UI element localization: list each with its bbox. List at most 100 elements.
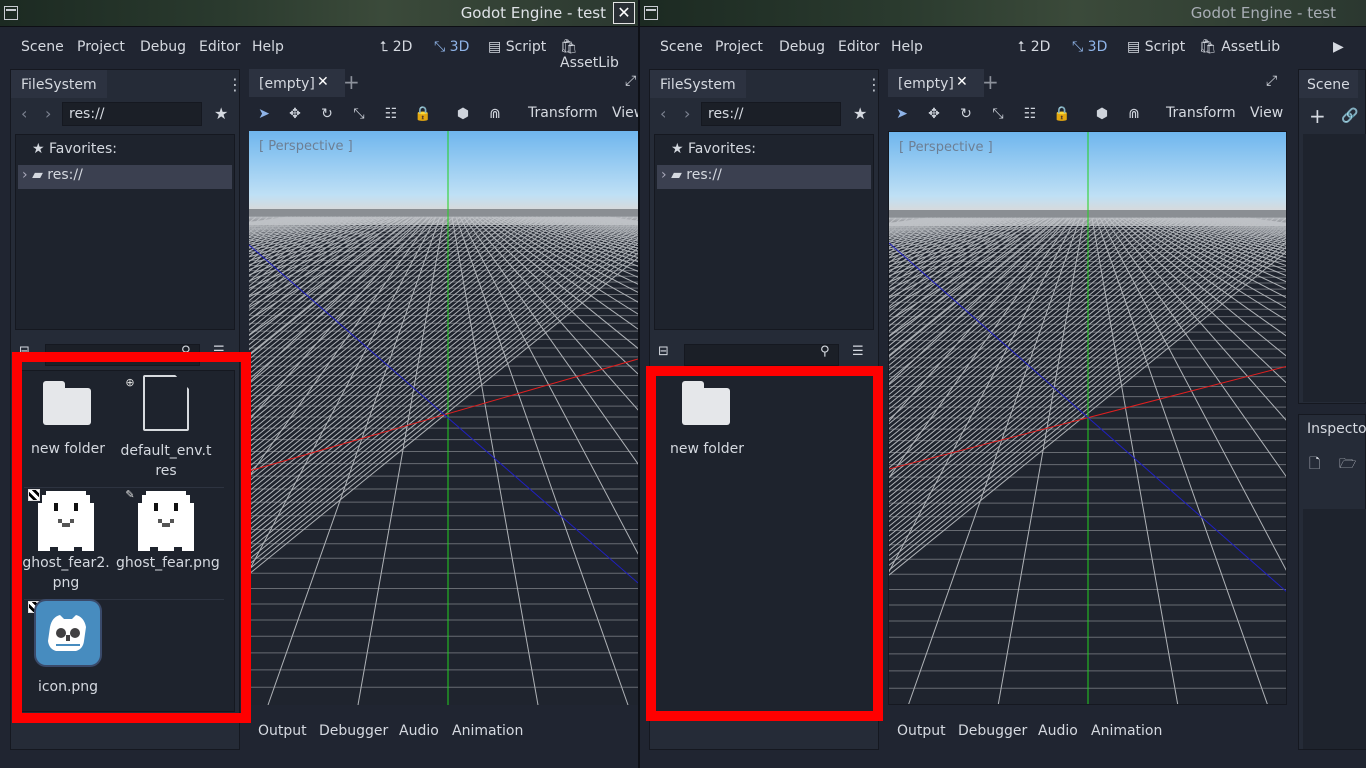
menu-editor[interactable]: Editor bbox=[199, 39, 240, 55]
3d-viewport[interactable]: [ Perspective ] bbox=[249, 131, 638, 705]
menu-project[interactable]: Project bbox=[77, 39, 125, 55]
window-menu-icon[interactable] bbox=[644, 6, 658, 20]
split-mode-icon[interactable]: ⊟ bbox=[19, 344, 30, 359]
tree-item-res[interactable]: › ▰ res:// bbox=[18, 165, 232, 189]
open-folder-icon[interactable]: 🗁 bbox=[1339, 453, 1356, 477]
fullscreen-icon[interactable]: ⤢ bbox=[625, 73, 636, 89]
menu-help[interactable]: Help bbox=[891, 39, 923, 55]
file-item-new-folder[interactable]: new folder bbox=[657, 381, 757, 459]
list-view-icon[interactable]: ☰ bbox=[852, 344, 864, 359]
file-item-ghost-fear2[interactable]: ghost_fear2.png bbox=[18, 487, 114, 593]
file-item-new-folder[interactable]: new folder bbox=[18, 381, 118, 459]
file-search-input[interactable] bbox=[45, 344, 200, 366]
tab-scene[interactable]: Scene bbox=[1299, 70, 1358, 98]
snap-icon[interactable]: ⋒ bbox=[486, 105, 504, 123]
menu-scene[interactable]: Scene bbox=[21, 39, 64, 55]
tab-audio[interactable]: Audio bbox=[1038, 723, 1078, 739]
view-menu[interactable]: View bbox=[1250, 105, 1283, 121]
mode-assetlib-button[interactable]: 🛍 AssetLib bbox=[560, 39, 638, 71]
menu-debug[interactable]: Debug bbox=[140, 39, 186, 55]
tab-animation[interactable]: Animation bbox=[1091, 723, 1162, 739]
back-arrow-icon[interactable]: ‹ bbox=[21, 104, 27, 123]
tab-audio[interactable]: Audio bbox=[399, 723, 439, 739]
window-menu-icon[interactable] bbox=[4, 6, 18, 20]
close-tab-icon[interactable]: ✕ bbox=[317, 74, 329, 90]
window-close-button[interactable]: ✕ bbox=[613, 2, 635, 24]
tab-debugger[interactable]: Debugger bbox=[958, 723, 1027, 739]
tab-empty-scene[interactable]: [empty] bbox=[249, 69, 345, 97]
tab-inspector[interactable]: Inspecto bbox=[1307, 421, 1366, 437]
file-search-input[interactable] bbox=[684, 344, 839, 366]
list-view-icon[interactable]: ☰ bbox=[213, 344, 225, 359]
mode-3d-button[interactable]: ⤡ 3D bbox=[1072, 39, 1107, 55]
tree-item-res[interactable]: › ▰ res:// bbox=[657, 165, 871, 189]
favorites-item[interactable]: ★ Favorites: bbox=[671, 141, 756, 157]
view-menu[interactable]: View bbox=[612, 105, 638, 121]
left-editor-window: Godot Engine - test ✕ Scene Project Debu… bbox=[0, 0, 638, 768]
back-arrow-icon[interactable]: ‹ bbox=[660, 104, 666, 123]
fullscreen-icon[interactable]: ⤢ bbox=[1266, 73, 1277, 89]
favorites-item[interactable]: ★ Favorites: bbox=[32, 141, 117, 157]
list-select-icon[interactable]: ☷ bbox=[1021, 105, 1039, 123]
menu-debug[interactable]: Debug bbox=[779, 39, 825, 55]
add-tab-icon[interactable]: + bbox=[343, 70, 360, 94]
mode-2d-button[interactable]: ⮤ 2D bbox=[380, 39, 412, 55]
select-tool-icon[interactable]: ➤ bbox=[255, 105, 273, 123]
forward-arrow-icon[interactable]: › bbox=[45, 104, 51, 123]
move-tool-icon[interactable]: ✥ bbox=[286, 105, 304, 123]
mode-2d-button[interactable]: ⮤ 2D bbox=[1018, 39, 1050, 55]
menu-editor[interactable]: Editor bbox=[838, 39, 879, 55]
transform-menu[interactable]: Transform bbox=[528, 105, 598, 121]
add-node-icon[interactable]: + bbox=[1309, 104, 1326, 128]
path-field[interactable]: res:// bbox=[62, 102, 202, 126]
list-select-icon[interactable]: ☷ bbox=[382, 105, 400, 123]
lock-icon[interactable]: 🔒 bbox=[1053, 105, 1071, 123]
new-resource-icon[interactable]: 🗋 bbox=[1309, 453, 1320, 477]
mode-script-button[interactable]: ▤ Script bbox=[1127, 39, 1185, 55]
lock-icon[interactable]: 🔒 bbox=[414, 105, 432, 123]
menu-scene[interactable]: Scene bbox=[660, 39, 703, 55]
move-tool-icon[interactable]: ✥ bbox=[925, 105, 943, 123]
local-space-icon[interactable]: ⬢ bbox=[1093, 105, 1111, 123]
select-tool-icon[interactable]: ➤ bbox=[893, 105, 911, 123]
3d-viewport[interactable]: [ Perspective ] bbox=[888, 131, 1287, 705]
star-icon[interactable]: ★ bbox=[853, 104, 867, 123]
add-tab-icon[interactable]: + bbox=[982, 70, 999, 94]
close-tab-icon[interactable]: ✕ bbox=[956, 74, 968, 90]
tab-filesystem[interactable]: FileSystem bbox=[11, 70, 107, 98]
tab-output[interactable]: Output bbox=[897, 723, 946, 739]
dock-menu-icon[interactable] bbox=[866, 75, 882, 94]
mode-assetlib-button[interactable]: 🛍 AssetLib bbox=[1199, 39, 1280, 55]
dock-menu-icon[interactable] bbox=[227, 75, 243, 94]
scale-tool-icon[interactable]: ⤡ bbox=[350, 105, 368, 123]
forward-arrow-icon[interactable]: › bbox=[684, 104, 690, 123]
file-item-icon[interactable]: icon.png bbox=[18, 601, 118, 697]
title-bar[interactable]: Godot Engine - test ✕ bbox=[0, 0, 638, 27]
menu-help[interactable]: Help bbox=[252, 39, 284, 55]
tab-debugger[interactable]: Debugger bbox=[319, 723, 388, 739]
mode-script-button[interactable]: ▤ Script bbox=[488, 39, 546, 55]
split-mode-icon[interactable]: ⊟ bbox=[658, 344, 669, 359]
title-bar[interactable]: Godot Engine - test bbox=[640, 0, 1366, 27]
perspective-label[interactable]: [ Perspective ] bbox=[899, 140, 993, 155]
tab-filesystem[interactable]: FileSystem bbox=[650, 70, 746, 98]
link-icon[interactable]: 🔗 bbox=[1341, 108, 1358, 124]
menu-project[interactable]: Project bbox=[715, 39, 763, 55]
tab-animation[interactable]: Animation bbox=[452, 723, 523, 739]
star-icon[interactable]: ★ bbox=[214, 104, 228, 123]
folder-icon: ▰ bbox=[32, 167, 48, 183]
local-space-icon[interactable]: ⬢ bbox=[454, 105, 472, 123]
file-item-ghost-fear[interactable]: ✎ ghost_fear.png bbox=[116, 487, 220, 573]
perspective-label[interactable]: [ Perspective ] bbox=[259, 139, 353, 154]
rotate-tool-icon[interactable]: ↻ bbox=[957, 105, 975, 123]
scale-tool-icon[interactable]: ⤡ bbox=[989, 105, 1007, 123]
rotate-tool-icon[interactable]: ↻ bbox=[318, 105, 336, 123]
tab-empty-scene[interactable]: [empty] bbox=[888, 69, 984, 97]
snap-icon[interactable]: ⋒ bbox=[1125, 105, 1143, 123]
transform-menu[interactable]: Transform bbox=[1166, 105, 1236, 121]
file-item-default-env[interactable]: ⊕ default_env.tres bbox=[116, 375, 216, 481]
mode-3d-button[interactable]: ⤡ 3D bbox=[434, 39, 469, 55]
path-field[interactable]: res:// bbox=[701, 102, 841, 126]
tab-output[interactable]: Output bbox=[258, 723, 307, 739]
play-icon[interactable]: ▶ bbox=[1333, 39, 1344, 55]
